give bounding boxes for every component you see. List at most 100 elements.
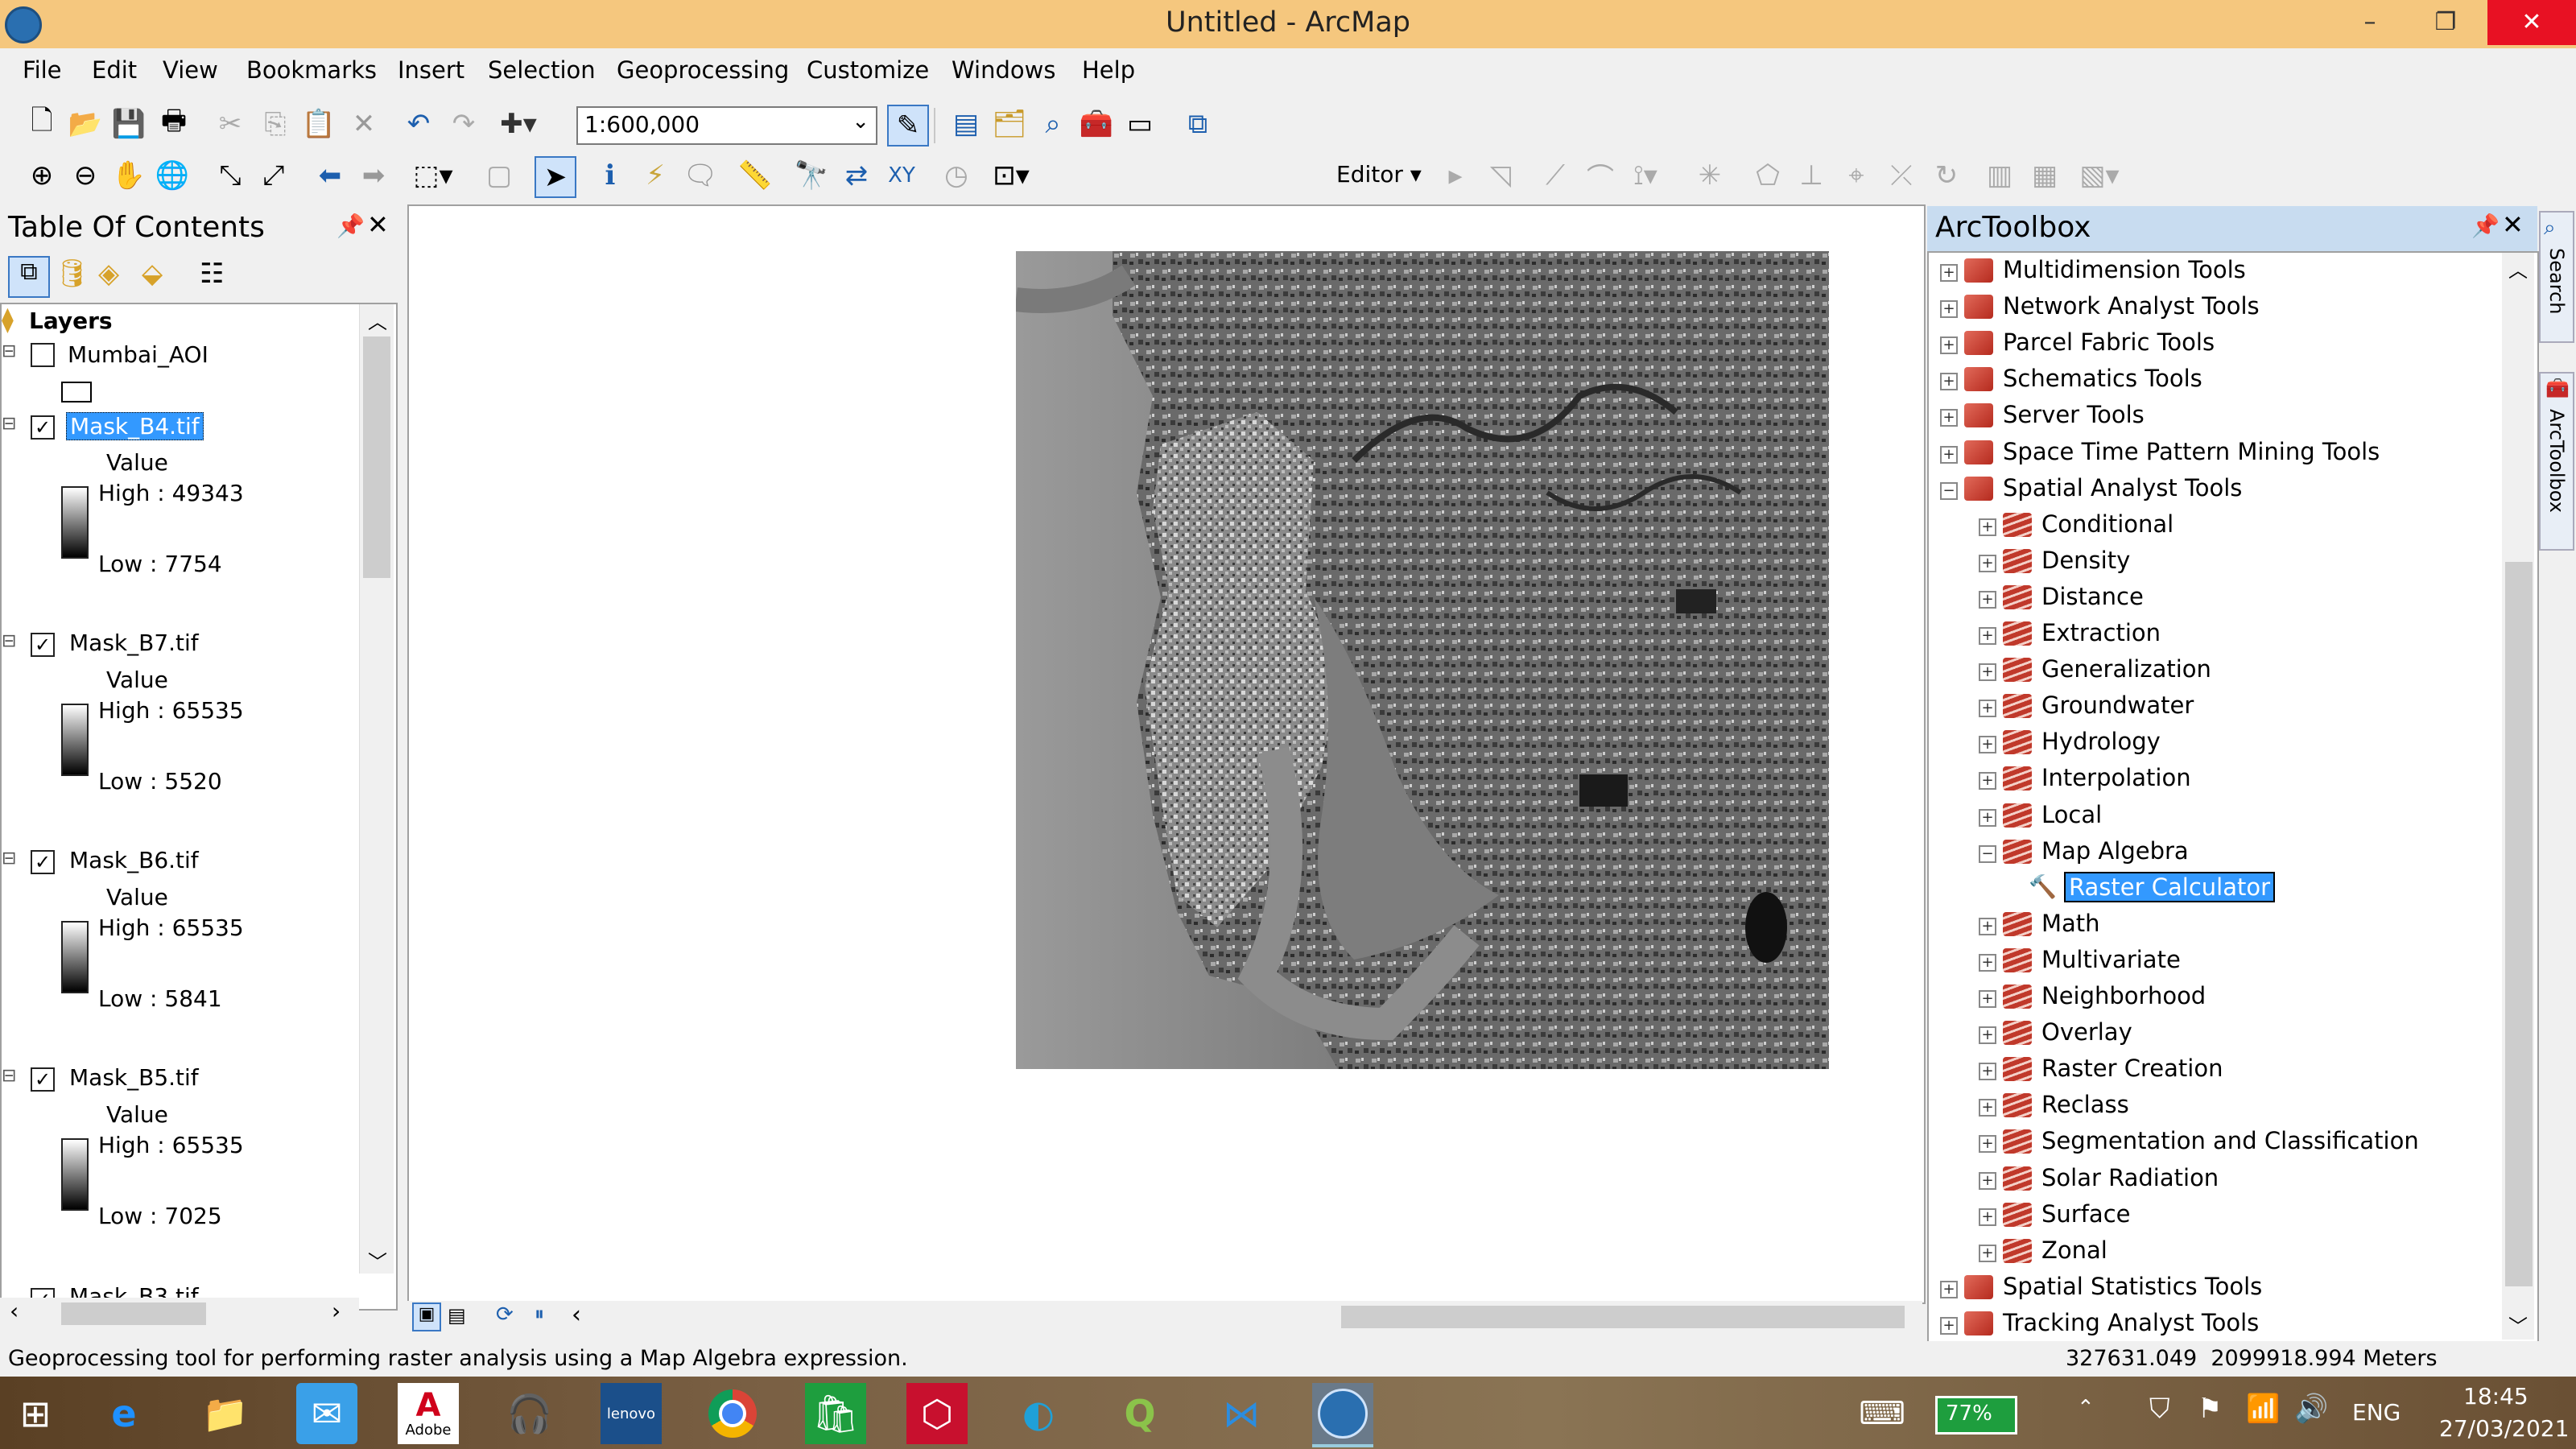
satellite-raster-image[interactable] xyxy=(1016,251,1829,1069)
internet-explorer-icon[interactable]: e xyxy=(93,1383,155,1444)
store-icon[interactable]: 🛍 xyxy=(805,1383,866,1444)
file-explorer-icon[interactable]: 📁 xyxy=(195,1383,256,1444)
new-document-icon[interactable]: 🗋 xyxy=(23,105,61,143)
expand-toggle[interactable]: + xyxy=(1979,518,1996,536)
volume-icon[interactable]: 🔊 xyxy=(2294,1393,2328,1425)
menu-file[interactable]: File xyxy=(23,56,62,84)
data-view-icon[interactable]: ▣ xyxy=(412,1302,441,1331)
scroll-up-arrow[interactable]: ︿ xyxy=(368,306,387,334)
toolbox-item[interactable]: + Reclass xyxy=(1929,1089,2492,1125)
hyperlink-icon[interactable]: ⚡ xyxy=(636,156,675,195)
attributes-icon[interactable]: ▥ xyxy=(1980,156,2019,195)
toolbox-item[interactable]: + Network Analyst Tools xyxy=(1929,291,2492,327)
straight-segment-icon[interactable]: ⟋ xyxy=(1536,156,1575,195)
cut-icon[interactable]: ✂ xyxy=(211,105,250,143)
list-by-selection-icon[interactable]: ⬙ xyxy=(142,258,163,290)
collapse-toggle[interactable]: − xyxy=(1940,481,1958,500)
toolbox-item[interactable]: + Space Time Pattern Mining Tools xyxy=(1929,436,2492,473)
scroll-thumb[interactable] xyxy=(363,336,390,578)
adobe-reader-icon[interactable]: A Adobe xyxy=(398,1383,459,1444)
chrome-icon[interactable] xyxy=(702,1383,763,1444)
expand-toggle[interactable]: + xyxy=(1979,1208,1996,1226)
expand-toggle[interactable]: + xyxy=(1979,554,1996,572)
collapse-toggle[interactable]: − xyxy=(1979,844,1996,863)
zoom-in-icon[interactable]: ⊕ xyxy=(23,156,61,195)
split-icon[interactable]: ⤫ xyxy=(1882,156,1921,195)
toc-horizontal-scrollbar[interactable]: ‹ › xyxy=(0,1298,359,1330)
save-icon[interactable]: 💾 xyxy=(109,105,148,143)
edit-annotation-icon[interactable]: ◹ xyxy=(1481,156,1520,195)
expand-toggle[interactable]: + xyxy=(1940,409,1958,427)
expand-toggle[interactable]: + xyxy=(1979,1026,1996,1045)
toolbox-item[interactable]: + Surface xyxy=(1929,1199,2492,1235)
close-button[interactable]: ✕ xyxy=(2487,0,2576,45)
map-horizontal-scroll-thumb[interactable] xyxy=(1341,1306,1905,1328)
legend-gradient-ramp[interactable] xyxy=(61,486,89,559)
search-window-icon[interactable]: ⌕ xyxy=(1034,105,1072,143)
toolbox-item[interactable]: + Raster Creation xyxy=(1929,1053,2492,1089)
toolbox-item[interactable]: + Math xyxy=(1929,908,2492,944)
edit-tool-icon[interactable]: ▸ xyxy=(1436,156,1475,195)
expand-toggle[interactable]: + xyxy=(1940,445,1958,464)
toolbox-item[interactable]: − Spatial Analyst Tools xyxy=(1929,473,2492,509)
undo-icon[interactable]: ↶ xyxy=(399,105,438,143)
scroll-down-arrow[interactable]: ﹀ xyxy=(368,1246,387,1274)
keyboard-icon[interactable]: ⌨ xyxy=(1852,1383,1913,1444)
toolbox-item[interactable]: + Tracking Analyst Tools xyxy=(1929,1307,2492,1341)
delete-icon[interactable]: ✕ xyxy=(345,105,383,143)
back-extent-icon[interactable]: ⬅ xyxy=(311,156,349,195)
zoom-out-icon[interactable]: ⊖ xyxy=(66,156,105,195)
toolbox-item[interactable]: + Zonal xyxy=(1929,1235,2492,1271)
toolbox-item[interactable]: + Density xyxy=(1929,545,2492,581)
toolbox-item[interactable]: + Segmentation and Classification xyxy=(1929,1125,2492,1162)
identify-icon[interactable]: ℹ xyxy=(591,156,630,195)
toolbox-item[interactable]: + Generalization xyxy=(1929,654,2492,690)
toolbox-item[interactable]: + Hydrology xyxy=(1929,726,2492,762)
pin-icon[interactable]: 📌 xyxy=(336,213,365,239)
toc-vertical-scrollbar[interactable]: ︿ ﹀ xyxy=(359,304,394,1274)
list-by-source-icon[interactable]: 🛢 xyxy=(55,258,89,290)
expand-toggle[interactable]: + xyxy=(1940,264,1958,282)
toolbox-item[interactable]: − Map Algebra xyxy=(1929,836,2492,872)
collapse-toggle[interactable]: ⊟ xyxy=(2,848,16,869)
menu-bookmarks[interactable]: Bookmarks xyxy=(246,56,377,84)
scroll-left-arrow[interactable]: ‹ xyxy=(10,1298,19,1324)
legend-gradient-ramp[interactable] xyxy=(61,1138,89,1211)
toolbox-item[interactable]: + Groundwater xyxy=(1929,690,2492,726)
scroll-down-arrow[interactable]: ﹀ xyxy=(2508,1311,2528,1339)
toolbox-item[interactable]: + Multidimension Tools xyxy=(1929,254,2492,291)
print-icon[interactable]: 🖶 xyxy=(155,105,193,143)
layer-visibility-checkbox[interactable]: ✓ xyxy=(31,633,55,657)
expand-toggle[interactable]: + xyxy=(1979,700,1996,718)
reshape-icon[interactable]: ⊥ xyxy=(1792,156,1831,195)
toolbox-item[interactable]: + Neighborhood xyxy=(1929,980,2492,1017)
security-icon[interactable]: ⛉ xyxy=(2149,1393,2170,1425)
python-window-icon[interactable]: ▭ xyxy=(1121,105,1159,143)
expand-toggle[interactable]: + xyxy=(1940,1280,1958,1298)
expand-toggle[interactable]: + xyxy=(1940,373,1958,391)
expand-toggle[interactable]: + xyxy=(1979,1244,1996,1262)
expand-toggle[interactable]: + xyxy=(1979,736,1996,754)
editor-toolbar-icon[interactable]: ✎ xyxy=(887,105,929,147)
list-by-drawing-order-icon[interactable]: ⧉ xyxy=(8,256,50,298)
layer-name-selected[interactable]: Mask_B4.tif xyxy=(66,412,204,440)
collapse-toggle[interactable]: ⊟ xyxy=(2,414,16,434)
scroll-thumb[interactable] xyxy=(2505,562,2533,1286)
expand-toggle[interactable]: + xyxy=(1979,808,1996,827)
full-extent-icon[interactable]: 🌐 xyxy=(153,156,192,195)
expand-toggle[interactable]: + xyxy=(1979,1099,1996,1117)
create-viewer-icon[interactable]: ⊡▾ xyxy=(992,156,1030,195)
map-scale-select[interactable]: 1:600,000 ⌄ xyxy=(576,106,877,145)
expand-toggle[interactable]: + xyxy=(1940,300,1958,319)
toolbox-item[interactable]: + Interpolation xyxy=(1929,762,2492,799)
toolbox-item[interactable]: + Spatial Statistics Tools xyxy=(1929,1271,2492,1307)
point-icon[interactable]: ✳ xyxy=(1690,156,1729,195)
polygon-symbol-icon[interactable] xyxy=(61,382,92,402)
refresh-icon[interactable]: ⟳ xyxy=(496,1302,514,1327)
toolbox-item[interactable]: 🔨 Raster Calculator xyxy=(1929,871,2492,908)
forward-extent-icon[interactable]: ➡ xyxy=(354,156,393,195)
trace-icon[interactable]: ⟟▾ xyxy=(1626,156,1665,195)
lenovo-icon[interactable]: lenovo xyxy=(601,1383,662,1444)
layer-visibility-checkbox[interactable] xyxy=(31,343,55,367)
scroll-left-arrow[interactable]: ‹ xyxy=(572,1301,581,1329)
